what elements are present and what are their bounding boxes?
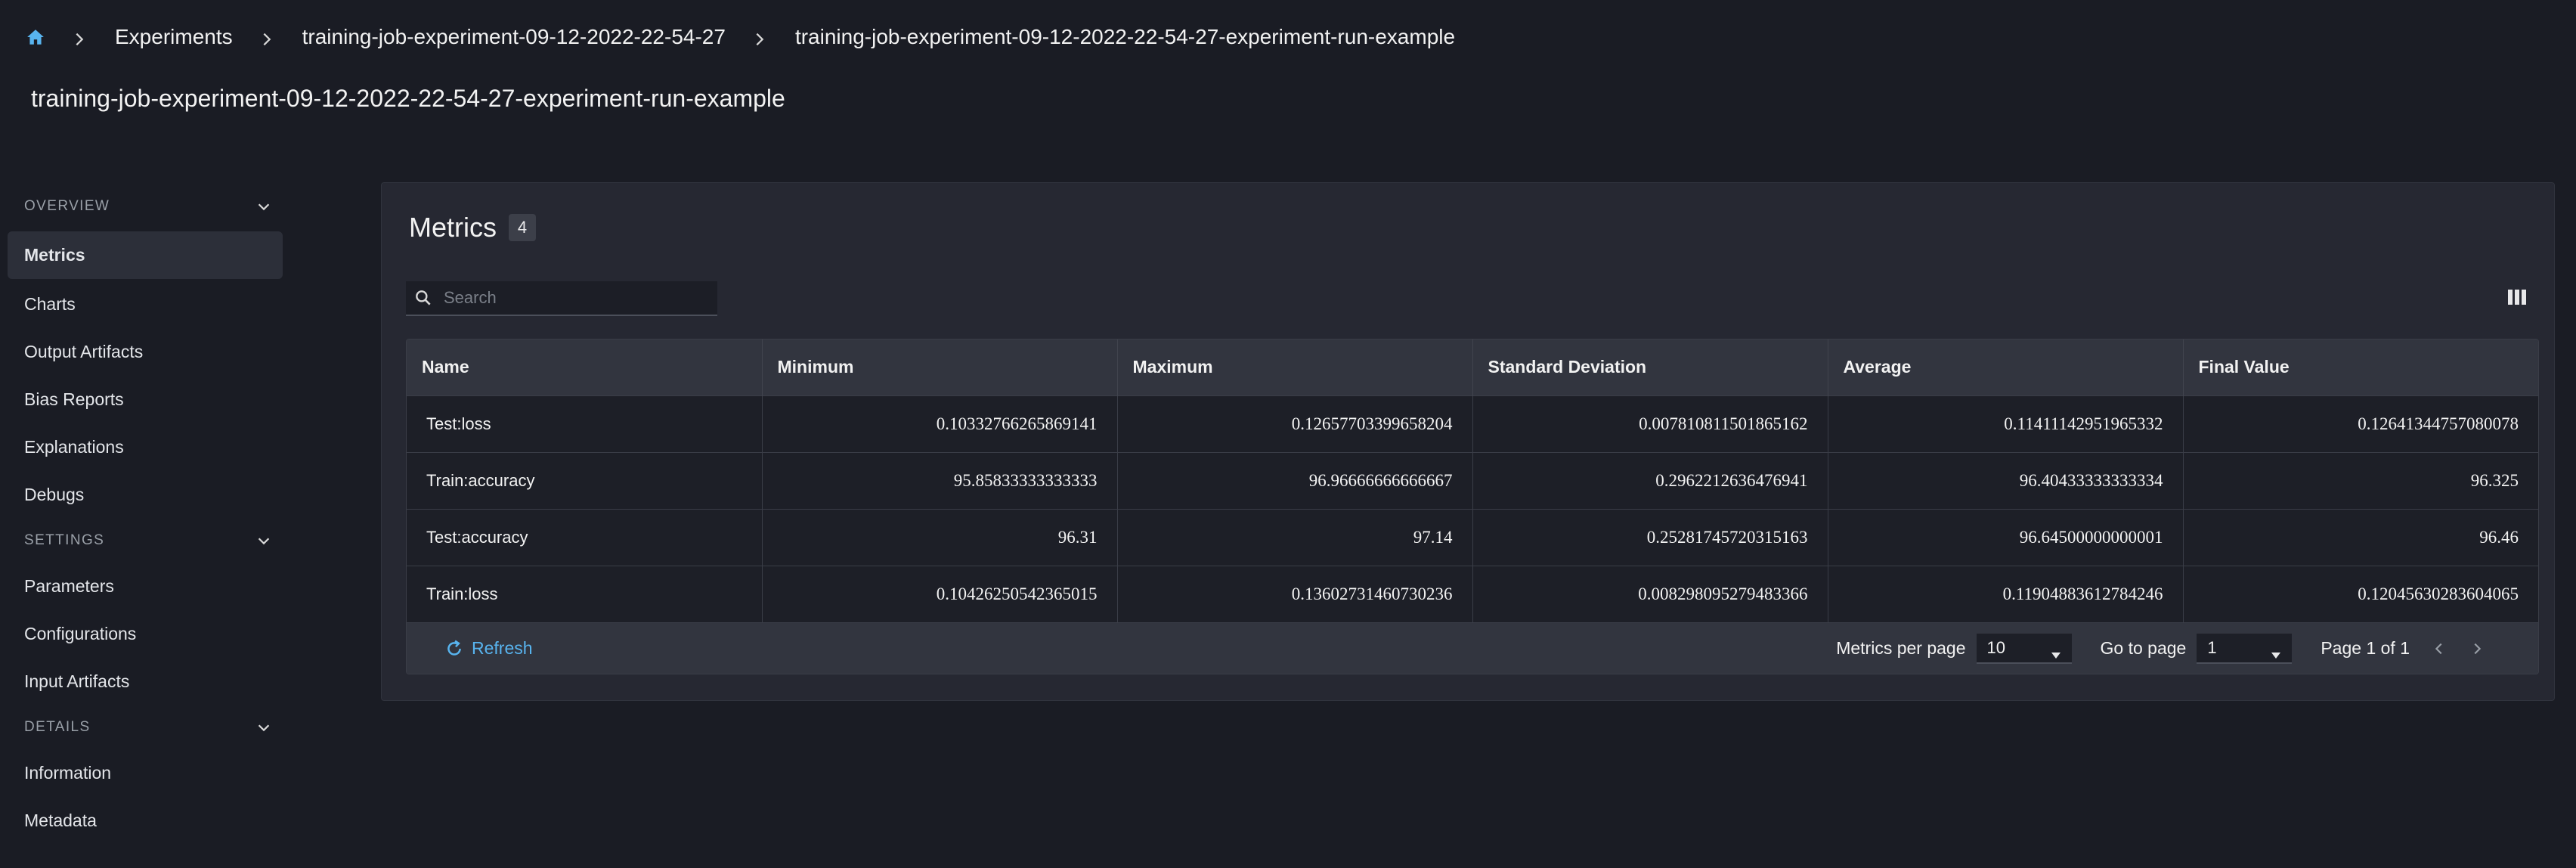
caret-down-icon bbox=[2051, 644, 2061, 659]
go-to-page-select[interactable]: 1 bbox=[2197, 633, 2293, 664]
cell-minimum: 96.31 bbox=[762, 508, 1118, 566]
cell-standard-deviation: 0.25281745720315163 bbox=[1472, 508, 1828, 566]
chevron-down-icon bbox=[255, 532, 272, 549]
refresh-button[interactable]: Refresh bbox=[444, 638, 533, 659]
table-header-row: Name Minimum Maximum Standard Deviation … bbox=[407, 339, 2538, 395]
sidebar-item-metadata[interactable]: Metadata bbox=[8, 797, 283, 845]
search-icon bbox=[413, 288, 433, 308]
page-info: Page 1 of 1 bbox=[2321, 638, 2410, 658]
cell-standard-deviation: 0.2962212636476941 bbox=[1472, 451, 1828, 509]
table-row: Test:accuracy 96.31 97.14 0.252817457203… bbox=[407, 508, 2538, 566]
panel-header: Metrics 4 bbox=[409, 212, 536, 243]
per-page-value: 10 bbox=[1986, 637, 2006, 657]
pagination: Metrics per page 10 Go to page 1 Page 1 bbox=[1836, 633, 2485, 664]
breadcrumb-run: training-job-experiment-09-12-2022-22-54… bbox=[794, 25, 1456, 48]
cell-final-value: 0.12641344757080078 bbox=[2183, 395, 2538, 452]
chevron-right-icon bbox=[2474, 643, 2482, 654]
chevron-right-icon bbox=[71, 29, 88, 46]
metrics-title: Metrics bbox=[409, 212, 497, 243]
cell-final-value: 96.325 bbox=[2183, 451, 2538, 509]
metrics-count-badge: 4 bbox=[509, 214, 536, 241]
column-header-minimum[interactable]: Minimum bbox=[762, 339, 1118, 395]
chevron-left-icon bbox=[2435, 643, 2442, 654]
cell-average: 0.11904883612784246 bbox=[1828, 565, 2184, 622]
cell-standard-deviation: 0.007810811501865162 bbox=[1472, 395, 1828, 452]
cell-standard-deviation: 0.008298095279483366 bbox=[1472, 565, 1828, 622]
chevron-right-icon bbox=[751, 29, 768, 46]
per-page-select[interactable]: 10 bbox=[1976, 633, 2072, 664]
table-row: Test:loss 0.10332766265869141 0.12657703… bbox=[407, 395, 2538, 452]
column-header-name[interactable]: Name bbox=[407, 339, 763, 395]
caret-down-icon bbox=[2271, 644, 2281, 659]
sidebar-item-configurations[interactable]: Configurations bbox=[8, 610, 283, 658]
previous-page-button[interactable] bbox=[2431, 640, 2448, 657]
section-label: DETAILS bbox=[24, 719, 91, 735]
cell-minimum: 0.10332766265869141 bbox=[762, 395, 1118, 452]
sidebar-item-bias-reports[interactable]: Bias Reports bbox=[8, 376, 283, 423]
cell-minimum: 95.85833333333333 bbox=[762, 451, 1118, 509]
sidebar-section-overview[interactable]: OVERVIEW bbox=[8, 184, 283, 228]
breadcrumb-experiment[interactable]: training-job-experiment-09-12-2022-22-54… bbox=[302, 25, 726, 49]
sidebar-item-parameters[interactable]: Parameters bbox=[8, 563, 283, 610]
refresh-label: Refresh bbox=[472, 638, 533, 658]
cell-name: Train:accuracy bbox=[407, 451, 763, 509]
sidebar-item-metrics[interactable]: Metrics bbox=[8, 231, 283, 279]
search-input[interactable] bbox=[444, 281, 717, 315]
metrics-table: Name Minimum Maximum Standard Deviation … bbox=[406, 339, 2539, 674]
page-title: training-job-experiment-09-12-2022-22-54… bbox=[31, 85, 785, 112]
sidebar-section-details[interactable]: DETAILS bbox=[8, 705, 283, 749]
columns-icon bbox=[2507, 288, 2527, 310]
cell-maximum: 0.12657703399658204 bbox=[1117, 395, 1473, 452]
section-label: SETTINGS bbox=[24, 532, 105, 548]
sidebar-item-information[interactable]: Information bbox=[8, 749, 283, 797]
home-icon[interactable] bbox=[26, 27, 45, 47]
go-to-page-label: Go to page bbox=[2100, 638, 2187, 658]
section-label: OVERVIEW bbox=[24, 198, 110, 214]
breadcrumb: Experiments training-job-experiment-09-1… bbox=[26, 21, 1455, 53]
refresh-icon bbox=[444, 639, 464, 659]
cell-final-value: 0.12045630283604065 bbox=[2183, 565, 2538, 622]
search-box bbox=[406, 281, 717, 316]
chevron-down-icon bbox=[255, 719, 272, 736]
column-header-average[interactable]: Average bbox=[1828, 339, 2184, 395]
sidebar-item-charts[interactable]: Charts bbox=[8, 281, 283, 328]
sidebar-section-settings[interactable]: SETTINGS bbox=[8, 519, 283, 563]
metrics-panel: Metrics 4 Name Minimum Maximum Standard … bbox=[381, 182, 2555, 701]
cell-maximum: 0.13602731460730236 bbox=[1117, 565, 1473, 622]
sidebar-item-debugs[interactable]: Debugs bbox=[8, 471, 283, 519]
go-to-page-value: 1 bbox=[2207, 637, 2217, 657]
chevron-down-icon bbox=[255, 198, 272, 215]
cell-maximum: 97.14 bbox=[1117, 508, 1473, 566]
cell-maximum: 96.96666666666667 bbox=[1117, 451, 1473, 509]
per-page-label: Metrics per page bbox=[1836, 638, 1966, 658]
cell-name: Test:accuracy bbox=[407, 508, 763, 566]
cell-final-value: 96.46 bbox=[2183, 508, 2538, 566]
chevron-right-icon bbox=[259, 29, 275, 46]
cell-name: Train:loss bbox=[407, 565, 763, 622]
sidebar: OVERVIEW Metrics Charts Output Artifacts… bbox=[8, 184, 283, 845]
table-footer: Refresh Metrics per page 10 Go to page 1 bbox=[407, 622, 2538, 674]
column-header-standard-deviation[interactable]: Standard Deviation bbox=[1472, 339, 1828, 395]
cell-average: 96.40433333333334 bbox=[1828, 451, 2184, 509]
breadcrumb-experiments[interactable]: Experiments bbox=[115, 25, 233, 49]
next-page-button[interactable] bbox=[2469, 640, 2485, 657]
column-header-maximum[interactable]: Maximum bbox=[1117, 339, 1473, 395]
table-row: Train:loss 0.10426250542365015 0.1360273… bbox=[407, 565, 2538, 622]
table-row: Train:accuracy 95.85833333333333 96.9666… bbox=[407, 451, 2538, 509]
cell-average: 0.11411142951965332 bbox=[1828, 395, 2184, 452]
cell-average: 96.64500000000001 bbox=[1828, 508, 2184, 566]
cell-name: Test:loss bbox=[407, 395, 763, 452]
cell-minimum: 0.10426250542365015 bbox=[762, 565, 1118, 622]
column-header-final-value[interactable]: Final Value bbox=[2183, 339, 2538, 395]
sidebar-item-input-artifacts[interactable]: Input Artifacts bbox=[8, 658, 283, 705]
sidebar-item-explanations[interactable]: Explanations bbox=[8, 423, 283, 471]
sidebar-item-output-artifacts[interactable]: Output Artifacts bbox=[8, 328, 283, 376]
column-settings-button[interactable] bbox=[2506, 287, 2528, 310]
